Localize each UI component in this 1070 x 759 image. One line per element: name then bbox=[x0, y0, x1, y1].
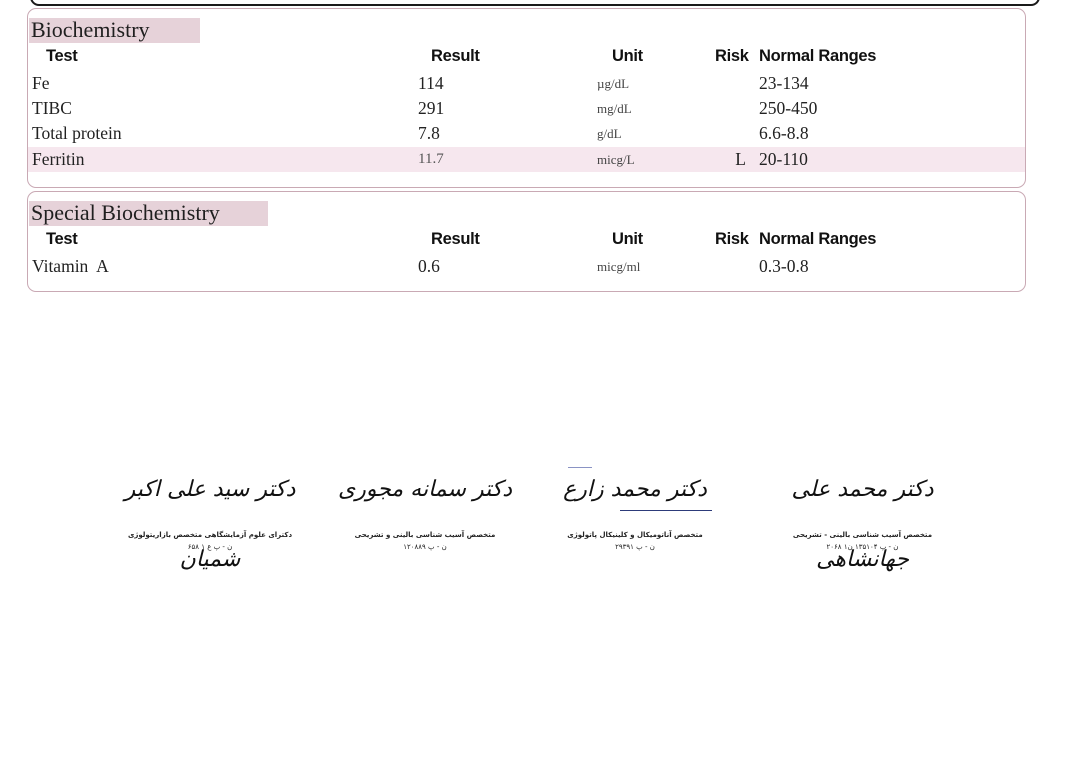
signature-pen-stroke bbox=[568, 467, 592, 468]
special-biochemistry-panel: Special Biochemistry Test Result Unit Ri… bbox=[27, 191, 1026, 292]
test-unit: mg/dL bbox=[597, 101, 632, 116]
test-unit: µg/dL bbox=[597, 76, 630, 91]
signature-block: دکتر سمانه مجوری متخصص آسیب شناسی بالینی… bbox=[330, 455, 520, 553]
signature-pen-stroke bbox=[620, 510, 712, 511]
header-test: Test bbox=[46, 47, 78, 65]
normal-range: 20-110 bbox=[759, 149, 808, 169]
header-unit: Unit bbox=[612, 230, 643, 248]
test-result: 7.8 bbox=[418, 123, 440, 143]
table-row: Total protein 7.8 g/dL 6.6-8.8 bbox=[28, 121, 1025, 146]
normal-range: 250-450 bbox=[759, 98, 818, 118]
signature-name: دکتر محمد زارع bbox=[563, 477, 707, 502]
header-risk: Risk bbox=[715, 230, 749, 248]
table-row: Vitamin A 0.6 micg/ml 0.3-0.8 bbox=[28, 254, 1025, 279]
signature-license: ن - پ ۱۲۰۸۸۹ bbox=[403, 543, 447, 551]
test-name: Vitamin A bbox=[32, 256, 109, 276]
table-row-flagged: Ferritin 11.7 micg/L L 20-110 bbox=[28, 147, 1025, 172]
header-result: Result bbox=[431, 230, 480, 248]
test-name: TIBC bbox=[32, 98, 72, 118]
header-test: Test bbox=[46, 230, 78, 248]
normal-range: 0.3-0.8 bbox=[759, 256, 809, 276]
signature-title: دکترای علوم آزمایشگاهی متخصص بازاریتولوژ… bbox=[127, 531, 293, 539]
test-result: 291 bbox=[418, 98, 445, 118]
table-row: Fe 114 µg/dL 23-134 bbox=[28, 71, 1025, 96]
signature-name: دکتر سید علی اکبر شمیان bbox=[124, 477, 296, 572]
signature-title: متخصص آناتومیکال و کلینیکال پاتولوژی bbox=[567, 531, 703, 539]
signature-title: متخصص آسیب شناسی بالینی - تشریحی bbox=[792, 531, 933, 539]
table-row: TIBC 291 mg/dL 250-450 bbox=[28, 96, 1025, 121]
signature-name: دکتر محمد علی جهانشاهی bbox=[791, 477, 934, 572]
header-normal-ranges: Normal Ranges bbox=[759, 230, 877, 248]
signature-license: ن - پ ع ۱ ۶۵۸ bbox=[187, 543, 233, 551]
test-result: 0.6 bbox=[418, 256, 440, 276]
section-title: Special Biochemistry bbox=[29, 201, 268, 226]
header-unit: Unit bbox=[612, 47, 643, 65]
signatures-area: دکتر سید علی اکبر شمیان دکترای علوم آزما… bbox=[0, 455, 1070, 585]
signature-license: ن - پ ۲۹۳۹۱ bbox=[615, 543, 655, 551]
test-result: 114 bbox=[418, 73, 444, 93]
header-risk: Risk bbox=[715, 47, 749, 65]
normal-range: 23-134 bbox=[759, 73, 809, 93]
header-normal-ranges: Normal Ranges bbox=[759, 47, 877, 65]
signature-block: دکتر محمد علی جهانشاهی متخصص آسیب شناسی … bbox=[765, 455, 960, 572]
test-name: Ferritin bbox=[32, 149, 85, 169]
test-result: 11.7 bbox=[418, 151, 444, 167]
signature-block: دکتر سید علی اکبر شمیان دکترای علوم آزما… bbox=[100, 455, 320, 572]
test-unit: g/dL bbox=[597, 126, 622, 141]
signature-block: دکتر محمد زارع متخصص آناتومیکال و کلینیک… bbox=[550, 455, 720, 553]
test-unit: micg/L bbox=[597, 152, 635, 167]
section-title: Biochemistry bbox=[29, 18, 200, 43]
header-result: Result bbox=[431, 47, 480, 65]
test-name: Total protein bbox=[32, 123, 122, 143]
signature-title: متخصص آسیب شناسی بالینی و تشریحی bbox=[354, 531, 496, 539]
top-frame-border bbox=[30, 0, 1040, 6]
risk-flag: L bbox=[735, 149, 746, 169]
normal-range: 6.6-8.8 bbox=[759, 123, 809, 143]
test-unit: micg/ml bbox=[597, 259, 641, 274]
biochemistry-panel: Biochemistry Test Result Unit Risk Norma… bbox=[27, 8, 1026, 188]
signature-license: ن - پ ۱۳۵۱۰۴ ن۱ ۲۰۶۸ bbox=[826, 543, 899, 551]
test-name: Fe bbox=[32, 73, 50, 93]
signature-name: دکتر سمانه مجوری bbox=[337, 477, 512, 502]
